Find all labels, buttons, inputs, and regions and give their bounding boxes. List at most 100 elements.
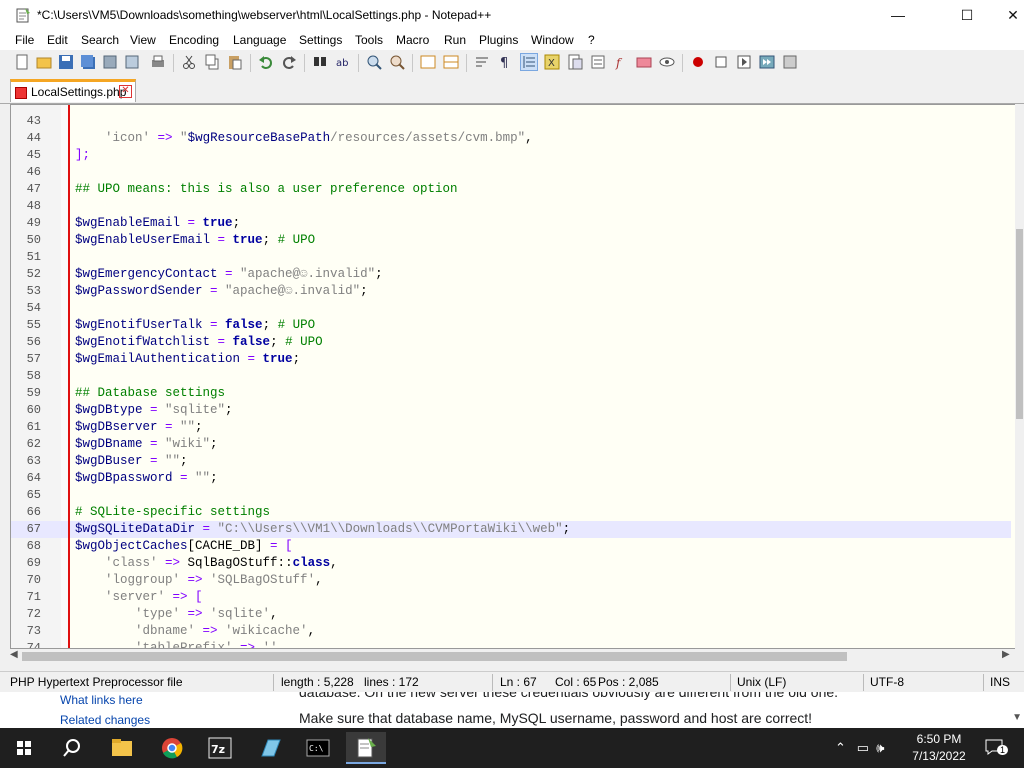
code-line[interactable]: 74 'tablePrefix' => '', [11, 640, 1011, 648]
taskbar-search[interactable] [52, 732, 92, 764]
save-all-icon[interactable] [80, 54, 96, 70]
code-line[interactable]: 60 $wgDBtype = "sqlite"; [11, 402, 1011, 419]
menu-tools[interactable]: Tools [355, 33, 383, 47]
code-line[interactable]: 46 [11, 164, 1011, 181]
stop-macro-icon[interactable] [713, 54, 729, 70]
zoom-out-icon[interactable] [389, 54, 405, 70]
play-macro-icon[interactable] [736, 54, 752, 70]
minimize-button[interactable]: — [875, 0, 921, 31]
code-line[interactable]: 65 [11, 487, 1011, 504]
undo-icon[interactable] [258, 54, 274, 70]
clock-time[interactable]: 6:50 PM [906, 732, 972, 746]
menu-view[interactable]: View [130, 33, 156, 47]
menu-window[interactable]: Window [531, 33, 574, 47]
taskbar-file-explorer[interactable] [102, 732, 142, 764]
tab-close-icon[interactable]: ✕ [119, 85, 132, 98]
close-all-icon[interactable] [124, 54, 140, 70]
taskbar-7zip[interactable]: 7z [200, 732, 240, 764]
vertical-scrollbar[interactable] [1015, 104, 1024, 649]
run-macro-multiple-icon[interactable] [759, 54, 775, 70]
code-line[interactable]: 73 'dbname' => 'wikicache', [11, 623, 1011, 640]
code-line[interactable]: 51 [11, 249, 1011, 266]
code-line[interactable]: 52 $wgEmergencyContact = "apache@☺.invali… [11, 266, 1011, 283]
record-macro-icon[interactable] [690, 54, 706, 70]
redo-icon[interactable] [281, 54, 297, 70]
network-icon[interactable]: ▭ [857, 740, 869, 755]
code-line[interactable]: 70 'loggroup' => 'SQLBagOStuff', [11, 572, 1011, 589]
save-macro-icon[interactable] [782, 54, 798, 70]
menu-run[interactable]: Run [444, 33, 466, 47]
code-line[interactable]: 66 # SQLite-specific settings [11, 504, 1011, 521]
sync-horizontal-icon[interactable] [443, 54, 459, 70]
code-editor[interactable]: 43 44 'icon' => "$wgResourceBasePath/reso… [10, 104, 1023, 649]
code-line[interactable]: 68 $wgObjectCaches[CACHE_DB] = [ [11, 538, 1011, 555]
code-line[interactable]: 50 $wgEnableUserEmail = true; # UPO [11, 232, 1011, 249]
menu-encoding[interactable]: Encoding [169, 33, 219, 47]
menu-file[interactable]: File [15, 33, 34, 47]
user-defined-language-icon[interactable]: X [544, 54, 560, 70]
open-file-icon[interactable] [36, 54, 52, 70]
vertical-scrollbar-thumb[interactable] [1016, 229, 1023, 419]
indent-guide-icon[interactable] [520, 53, 538, 71]
function-list-icon[interactable]: f [613, 54, 629, 70]
menu-search[interactable]: Search [81, 33, 119, 47]
code-line[interactable]: 61 $wgDBserver = ""; [11, 419, 1011, 436]
menu-edit[interactable]: Edit [47, 33, 68, 47]
zoom-in-icon[interactable] [366, 54, 382, 70]
title-bar[interactable]: *C:\Users\VM5\Downloads\something\webser… [0, 0, 1024, 31]
code-line[interactable]: 49 $wgEnableEmail = true; [11, 215, 1011, 232]
menu-macro[interactable]: Macro [396, 33, 429, 47]
code-line[interactable]: 55 $wgEnotifUserTalk = false; # UPO [11, 317, 1011, 334]
link-related-changes[interactable]: Related changes [60, 710, 150, 730]
tab-localsettings[interactable]: LocalSettings.php ✕ [10, 79, 136, 102]
code-line[interactable]: 67 $wgSQLiteDataDir = "C:\\Users\\VM1\\Do… [11, 521, 1011, 538]
code-line[interactable]: 43 [11, 113, 1011, 130]
volume-icon[interactable]: 🕪 [876, 740, 884, 755]
code-line[interactable]: 69 'class' => SqlBagOStuff::class, [11, 555, 1011, 572]
menu-plugins[interactable]: Plugins [479, 33, 518, 47]
print-icon[interactable] [150, 54, 166, 70]
scroll-right-icon[interactable]: ▶ [1002, 649, 1010, 660]
code-line[interactable]: 47 ## UPO means: this is also a user pref… [11, 181, 1011, 198]
code-line[interactable]: 54 [11, 300, 1011, 317]
status-encoding[interactable]: UTF-8 [870, 675, 904, 689]
code-line[interactable]: 62 $wgDBname = "wiki"; [11, 436, 1011, 453]
word-wrap-icon[interactable] [474, 54, 490, 70]
sync-vertical-icon[interactable] [420, 54, 436, 70]
folder-as-workspace-icon[interactable] [636, 54, 652, 70]
menu-language[interactable]: Language [233, 33, 286, 47]
paste-icon[interactable] [227, 54, 243, 70]
start-button[interactable] [4, 732, 44, 764]
code-line[interactable]: 53 $wgPasswordSender = "apache@☺.invalid"… [11, 283, 1011, 300]
horizontal-scrollbar-thumb[interactable] [22, 652, 847, 661]
close-button[interactable]: ✕ [990, 0, 1024, 31]
status-eol[interactable]: Unix (LF) [737, 675, 786, 689]
link-what-links-here[interactable]: What links here [60, 690, 150, 710]
chevron-up-icon[interactable]: ⌃ [835, 740, 846, 755]
code-line[interactable]: 59 ## Database settings [11, 385, 1011, 402]
show-all-chars-icon[interactable]: ¶ [497, 54, 513, 70]
notification-center-icon[interactable]: 1 [984, 738, 1009, 756]
new-file-icon[interactable] [14, 54, 30, 70]
scroll-left-icon[interactable]: ◀ [10, 649, 18, 660]
taskbar-notepad[interactable] [250, 732, 290, 764]
taskbar-chrome[interactable] [152, 732, 192, 764]
code-line[interactable]: 64 $wgDBpassword = ""; [11, 470, 1011, 487]
status-insert-mode[interactable]: INS [990, 675, 1010, 689]
copy-icon[interactable] [204, 54, 220, 70]
code-line[interactable]: 44 'icon' => "$wgResourceBasePath/resour… [11, 130, 1011, 147]
maximize-button[interactable]: ☐ [944, 0, 990, 31]
replace-icon[interactable]: ab [335, 54, 351, 70]
code-line[interactable]: 58 [11, 368, 1011, 385]
code-line[interactable]: 63 $wgDBuser = ""; [11, 453, 1011, 470]
doc-list-icon[interactable] [590, 54, 606, 70]
menu-help[interactable]: ? [588, 33, 595, 47]
close-file-icon[interactable] [102, 54, 118, 70]
save-icon[interactable] [58, 54, 74, 70]
menu-settings[interactable]: Settings [299, 33, 342, 47]
taskbar-notepadpp[interactable] [346, 732, 386, 764]
taskbar-terminal[interactable]: C:\ [298, 732, 338, 764]
code-line[interactable]: 72 'type' => 'sqlite', [11, 606, 1011, 623]
monitoring-icon[interactable] [659, 54, 675, 70]
clock-date[interactable]: 7/13/2022 [906, 749, 972, 763]
